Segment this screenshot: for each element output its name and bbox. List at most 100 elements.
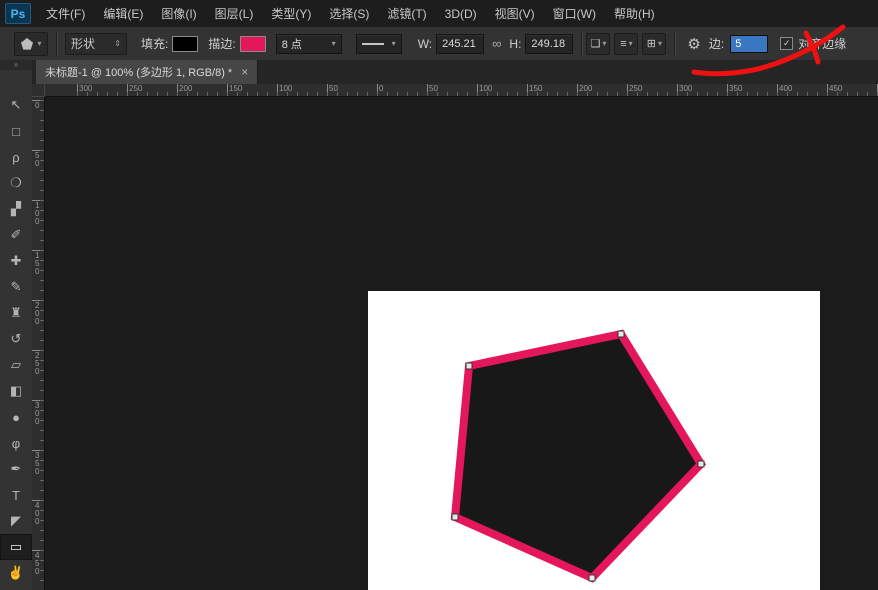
blur-tool-icon: ● bbox=[12, 410, 20, 425]
pentagon-shape[interactable] bbox=[455, 334, 701, 578]
check-icon: ✓ bbox=[783, 39, 791, 48]
options-bar: ▾ 形状 ⇕ 填充: 描边: 8 点 ▾ ▾ W: 245.21 ∞ H: 24… bbox=[0, 27, 878, 61]
eyedropper-tool[interactable]: ✐ bbox=[0, 222, 32, 248]
brush-tool[interactable]: ✎ bbox=[0, 274, 32, 300]
path-operations-button[interactable]: ❑ ▾ bbox=[586, 33, 610, 55]
photoshop-logo-icon: Ps bbox=[5, 3, 31, 24]
anchor-point[interactable] bbox=[698, 461, 704, 467]
anchor-point[interactable] bbox=[466, 363, 472, 369]
ruler-h-label: 0 bbox=[379, 84, 383, 93]
ruler-v-label: 4 5 0 bbox=[35, 552, 39, 576]
tab-close-icon[interactable]: × bbox=[241, 65, 248, 79]
fill-label: 填充: bbox=[141, 35, 168, 52]
menu-item-6[interactable]: 滤镜(T) bbox=[378, 1, 435, 27]
align-edges-label: 对齐边缘 bbox=[798, 35, 846, 52]
separator bbox=[56, 32, 57, 56]
path-alignment-button[interactable]: ≡ ▾ bbox=[614, 33, 638, 55]
stroke-width-dropdown[interactable]: 8 点 ▾ bbox=[276, 34, 342, 54]
menu-item-3[interactable]: 图层(L) bbox=[206, 1, 263, 27]
height-label: H: bbox=[509, 37, 521, 51]
chevron-down-icon: ▾ bbox=[629, 39, 633, 48]
canvas-area[interactable] bbox=[45, 97, 878, 590]
ruler-v-label: 2 0 0 bbox=[35, 302, 39, 326]
document-tab[interactable]: 未标题-1 @ 100% (多边形 1, RGB/8) * × bbox=[36, 60, 258, 84]
gradient-tool-icon: ◧ bbox=[10, 383, 22, 399]
menu-item-1[interactable]: 编辑(E) bbox=[94, 1, 152, 27]
menu-items: 文件(F)编辑(E)图像(I)图层(L)类型(Y)选择(S)滤镜(T)3D(D)… bbox=[37, 1, 664, 27]
clone-stamp-tool[interactable]: ♜ bbox=[0, 300, 32, 326]
anchor-point[interactable] bbox=[452, 514, 458, 520]
shape-tool[interactable]: ▭ bbox=[0, 534, 32, 560]
ruler-corner bbox=[32, 84, 45, 97]
shape-tool-icon: ▭ bbox=[10, 539, 22, 555]
ruler-h-label: 200 bbox=[179, 84, 192, 93]
menu-item-9[interactable]: 窗口(W) bbox=[544, 1, 605, 27]
width-input[interactable]: 245.21 bbox=[436, 34, 484, 54]
ruler-v-label: 0 bbox=[35, 102, 39, 110]
ruler-h-label: 450 bbox=[829, 84, 842, 93]
link-dimensions-icon[interactable]: ∞ bbox=[492, 36, 501, 51]
quick-selection-tool[interactable]: ❍ bbox=[0, 170, 32, 196]
rectangular-marquee-tool-icon: □ bbox=[12, 124, 20, 139]
spot-healing-brush-tool[interactable]: ✚ bbox=[0, 248, 32, 274]
anchor-point[interactable] bbox=[618, 331, 624, 337]
ruler-v-label: 5 0 bbox=[35, 152, 39, 168]
ruler-h-label: 100 bbox=[479, 84, 492, 93]
path-selection-tool[interactable]: ◤ bbox=[0, 508, 32, 534]
menu-item-2[interactable]: 图像(I) bbox=[152, 1, 205, 27]
path-arrange-button[interactable]: ⊞ ▾ bbox=[642, 33, 666, 55]
menu-item-7[interactable]: 3D(D) bbox=[436, 1, 486, 27]
gradient-tool[interactable]: ◧ bbox=[0, 378, 32, 404]
height-input[interactable]: 249.18 bbox=[525, 34, 573, 54]
menu-item-4[interactable]: 类型(Y) bbox=[262, 1, 320, 27]
align-edges-checkbox[interactable]: ✓ bbox=[780, 37, 793, 50]
toolbar-collapse-icon[interactable]: » bbox=[0, 60, 32, 70]
dodge-tool-icon: φ bbox=[12, 436, 20, 451]
ruler-v-label: 2 5 0 bbox=[35, 352, 39, 376]
brush-tool-icon: ✎ bbox=[11, 279, 22, 295]
gear-icon[interactable]: ⚙ bbox=[687, 35, 700, 53]
sides-input[interactable]: 5 bbox=[730, 35, 768, 53]
ruler-h-label: 250 bbox=[629, 84, 642, 93]
rectangular-marquee-tool[interactable]: □ bbox=[0, 118, 32, 144]
document-tab-title: 未标题-1 @ 100% (多边形 1, RGB/8) * bbox=[45, 64, 232, 80]
history-brush-tool[interactable]: ↺ bbox=[0, 326, 32, 352]
eraser-tool[interactable]: ▱ bbox=[0, 352, 32, 378]
spot-healing-brush-tool-icon: ✚ bbox=[11, 253, 22, 269]
menu-item-10[interactable]: 帮助(H) bbox=[605, 1, 664, 27]
separator bbox=[581, 32, 582, 56]
ruler-h-label: 150 bbox=[529, 84, 542, 93]
tool-preset-button[interactable]: ▾ bbox=[14, 32, 48, 56]
anchor-point[interactable] bbox=[589, 575, 595, 581]
vertical-ruler: 05 01 0 01 5 02 0 02 5 03 0 03 5 04 0 04… bbox=[32, 97, 45, 590]
updown-arrows-icon: ⇕ bbox=[114, 39, 121, 48]
pen-tool[interactable]: ✒ bbox=[0, 456, 32, 482]
path-alignment-icon: ≡ bbox=[620, 38, 626, 50]
move-tool[interactable]: ↖ bbox=[0, 92, 32, 118]
quick-selection-tool-icon: ❍ bbox=[10, 175, 22, 191]
stroke-swatch[interactable] bbox=[240, 36, 266, 52]
ruler-v-label: 4 0 0 bbox=[35, 502, 39, 526]
tool-panel: » ↖ □ ρ ❍ ▞ ✐ ✚ ✎ ♜↺▱ ◧ ● φ ✒T◤ ▭ ✌ bbox=[0, 60, 33, 590]
tool-mode-label: 形状 bbox=[71, 35, 95, 52]
menu-item-8[interactable]: 视图(V) bbox=[486, 1, 544, 27]
crop-tool-icon: ▞ bbox=[11, 201, 21, 217]
crop-tool[interactable]: ▞ bbox=[0, 196, 32, 222]
menu-item-0[interactable]: 文件(F) bbox=[37, 1, 94, 27]
path-arrange-icon: ⊞ bbox=[647, 37, 656, 50]
stroke-style-line-icon bbox=[362, 43, 384, 45]
stroke-style-dropdown[interactable]: ▾ bbox=[356, 34, 402, 54]
chevron-down-icon: ▾ bbox=[332, 39, 336, 48]
blur-tool[interactable]: ● bbox=[0, 404, 32, 430]
document-tab-bar: 未标题-1 @ 100% (多边形 1, RGB/8) * × bbox=[32, 60, 878, 85]
fill-swatch[interactable] bbox=[172, 36, 198, 52]
dodge-tool[interactable]: φ bbox=[0, 430, 32, 456]
polygon-tool-icon bbox=[20, 37, 34, 51]
type-tool[interactable]: T bbox=[0, 482, 32, 508]
tool-mode-dropdown[interactable]: 形状 ⇕ bbox=[65, 33, 127, 55]
lasso-tool[interactable]: ρ bbox=[0, 144, 32, 170]
menu-item-5[interactable]: 选择(S) bbox=[320, 1, 378, 27]
width-label: W: bbox=[418, 37, 432, 51]
hand-tool[interactable]: ✌ bbox=[0, 560, 32, 586]
ruler-h-label: 350 bbox=[729, 84, 742, 93]
